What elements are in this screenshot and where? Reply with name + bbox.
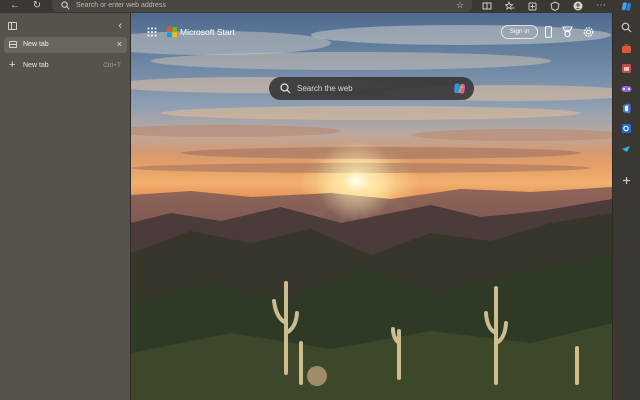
favorites-icon[interactable] — [505, 1, 515, 11]
new-tab-shortcut: Ctrl+T — [103, 62, 121, 69]
search-icon — [61, 1, 70, 10]
back-arrow-icon[interactable]: ← — [8, 0, 22, 12]
sun-glow — [131, 13, 612, 400]
search-input[interactable]: Search the web — [297, 83, 353, 94]
web-search-box[interactable]: Search the web — [269, 77, 474, 100]
copilot-icon[interactable] — [452, 81, 467, 96]
new-tab-page: Microsoft Start Sign in Search the web — [131, 13, 612, 400]
tab-favicon-icon — [9, 41, 17, 48]
tabs-pane-header: ‹ — [0, 19, 131, 33]
toolbar: ← ↻ Search or enter web address ☆ ⋯ — [0, 0, 640, 13]
new-tab-button[interactable]: + New tab Ctrl+T — [4, 58, 127, 74]
edge-sidebar — [612, 2, 640, 400]
star-icon[interactable]: ☆ — [456, 0, 464, 11]
apps-grid-icon[interactable] — [147, 27, 157, 37]
brand-name[interactable]: Microsoft Start — [180, 26, 235, 38]
new-tab-label: New tab — [23, 62, 49, 69]
split-screen-icon[interactable] — [482, 1, 492, 11]
refresh-icon[interactable]: ↻ — [30, 0, 44, 12]
tab-new-tab[interactable]: New tab × — [4, 37, 127, 53]
tab-actions-icon[interactable] — [8, 22, 17, 30]
games-icon[interactable] — [621, 83, 632, 94]
collections-icon[interactable] — [528, 1, 538, 11]
more-icon[interactable]: ⋯ — [594, 0, 608, 12]
office-icon[interactable] — [621, 103, 632, 114]
drop-icon[interactable] — [621, 143, 632, 154]
search-icon[interactable] — [621, 22, 632, 33]
gear-icon[interactable] — [583, 26, 594, 38]
rewards-icon[interactable] — [562, 26, 573, 38]
address-input[interactable]: Search or enter web address — [76, 1, 166, 11]
add-icon[interactable] — [621, 175, 632, 186]
tools-icon[interactable] — [621, 63, 632, 74]
mobile-icon[interactable] — [543, 26, 554, 38]
browser-window: ← ↻ Search or enter web address ☆ ⋯ ‹ Ne… — [0, 0, 640, 400]
profile-icon[interactable] — [573, 1, 583, 11]
address-bar[interactable]: Search or enter web address ☆ — [52, 0, 472, 12]
outlook-icon[interactable] — [621, 123, 632, 134]
shopping-icon[interactable] — [621, 43, 632, 54]
chevron-left-icon[interactable]: ‹ — [118, 19, 122, 33]
vertical-tabs-pane: ‹ New tab × + New tab Ctrl+T — [0, 13, 131, 400]
plus-icon: + — [9, 59, 16, 71]
sign-in-button[interactable]: Sign in — [501, 25, 538, 39]
close-icon[interactable]: × — [117, 39, 122, 50]
tab-label: New tab — [23, 41, 49, 48]
microsoft-logo-icon — [167, 27, 177, 37]
copilot-icon[interactable] — [621, 1, 632, 12]
browser-essentials-icon[interactable] — [550, 1, 560, 11]
search-icon — [280, 83, 291, 94]
